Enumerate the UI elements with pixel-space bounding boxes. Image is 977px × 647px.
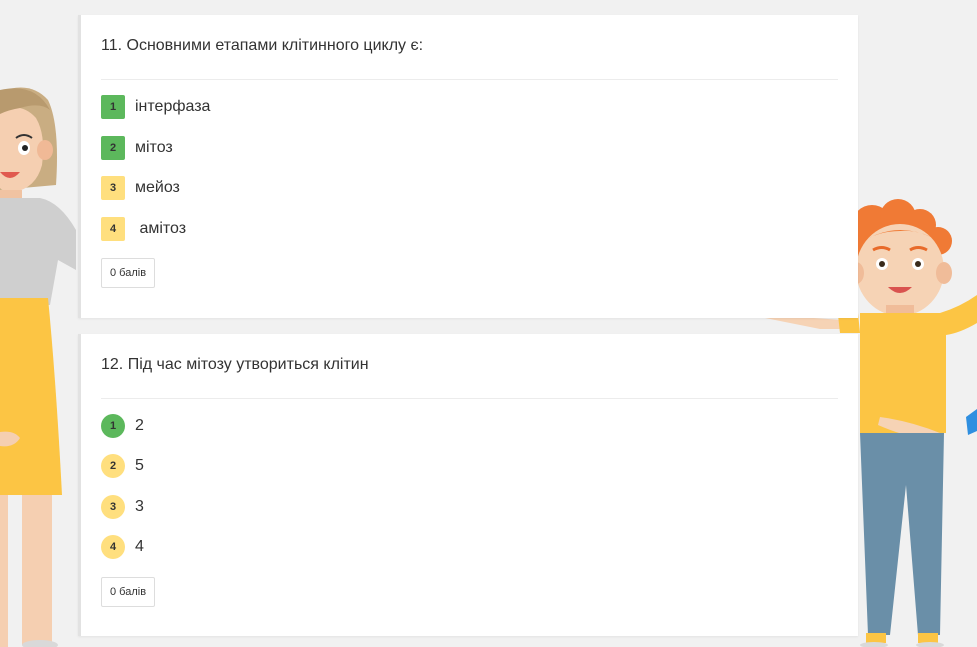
answer-option-4[interactable]: 4 амітоз [101, 217, 186, 241]
teacher-woman-illustration [0, 87, 76, 647]
divider [101, 79, 838, 80]
question-card-12: 12. Під час мітозу утвориться клітин 1 2… [78, 334, 858, 636]
answer-option-4[interactable]: 4 4 [101, 535, 144, 559]
option-label: мейоз [135, 179, 180, 196]
divider [101, 398, 838, 399]
question-title: 11. Основними етапами клітинного циклу є… [101, 37, 424, 54]
answer-option-2[interactable]: 2 5 [101, 454, 144, 478]
answer-option-1[interactable]: 1 2 [101, 414, 144, 438]
option-number-badge: 3 [101, 495, 125, 519]
option-number-badge: 2 [101, 136, 125, 160]
option-label: інтерфаза [135, 98, 211, 115]
option-label: амітоз [135, 220, 187, 237]
option-number-badge: 4 [101, 535, 125, 559]
answer-option-3[interactable]: 3 3 [101, 495, 144, 519]
option-number-badge: 3 [101, 176, 125, 200]
question-card-11: 11. Основними етапами клітинного циклу є… [78, 15, 858, 318]
score-badge: 0 балів [101, 258, 156, 288]
option-label: 2 [135, 417, 144, 434]
question-title: 12. Під час мітозу утвориться клітин [101, 356, 369, 373]
option-number-badge: 1 [101, 414, 125, 438]
option-label: 5 [135, 457, 144, 474]
option-number-badge: 1 [101, 95, 125, 119]
option-number-badge: 2 [101, 454, 125, 478]
answer-option-1[interactable]: 1 інтерфаза [101, 95, 210, 119]
score-badge: 0 балів [101, 577, 156, 607]
option-label: 4 [135, 538, 144, 555]
option-number-badge: 4 [101, 217, 125, 241]
answer-option-2[interactable]: 2 мітоз [101, 136, 173, 160]
answer-option-3[interactable]: 3 мейоз [101, 176, 180, 200]
option-label: 3 [135, 498, 144, 515]
option-label: мітоз [135, 139, 173, 156]
